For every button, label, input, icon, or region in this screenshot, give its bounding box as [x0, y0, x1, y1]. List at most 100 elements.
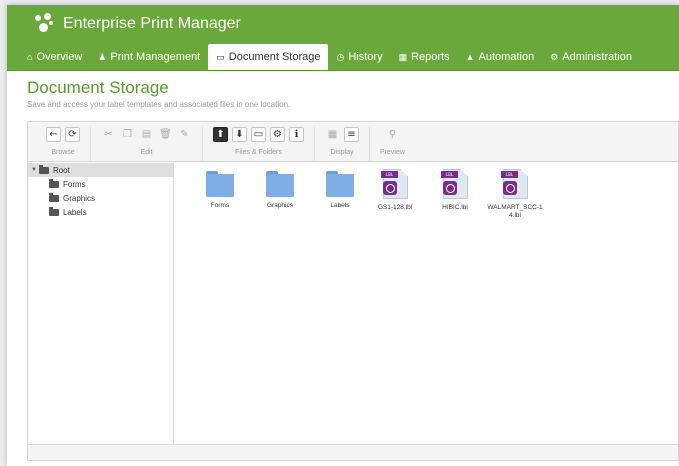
settings-button[interactable]: ⚙ [270, 127, 285, 142]
list-view-button[interactable]: ≡ [344, 127, 359, 142]
tab-automation[interactable]: ▲ Automation [458, 44, 543, 70]
app-window: Enterprise Print Manager ⌂ Overview ♟ Print… [7, 5, 679, 466]
refresh-icon: ⟳ [68, 129, 77, 140]
storage-icon: ▭ [216, 51, 225, 62]
file-grid: Forms Graphics Labels LBL GS1-128.lbl LBL HIBI… [175, 163, 678, 445]
new-folder-icon: ▭ [253, 129, 264, 140]
status-bar [28, 444, 678, 460]
tree-item-label: Graphics [63, 193, 96, 203]
home-icon: ⌂ [27, 52, 33, 62]
file-item[interactable]: Labels [310, 169, 370, 210]
folder-icon [326, 171, 354, 197]
file-name: WALMART_SCC-14.lbl [487, 204, 543, 219]
top-bar: Enterprise Print Manager [7, 5, 679, 43]
reports-icon: ▦ [398, 51, 408, 62]
file-name: GS1-128.lbl [377, 204, 413, 211]
toolbar-buttons: ⚲ [385, 127, 400, 144]
page-header: Document Storage Save and access your la… [7, 71, 679, 117]
tab-print-management[interactable]: ♟ Print Management [90, 44, 208, 70]
file-name: Forms [210, 202, 230, 209]
rename-icon: ✎ [180, 129, 189, 140]
list-view-icon: ≡ [347, 129, 356, 140]
info-button[interactable]: ℹ [289, 127, 304, 142]
grid-view-icon: ▦ [327, 129, 338, 140]
file-type-band: LBL [441, 171, 458, 178]
tab-label: Document Storage [228, 51, 321, 63]
file-item[interactable]: Forms [190, 169, 250, 210]
file-item[interactable]: Graphics [250, 169, 310, 210]
folder-tree: ▼ Root Forms Graphics Labels [28, 163, 174, 445]
download-button[interactable]: ⬇ [232, 127, 247, 142]
cut-button[interactable]: ✂ [101, 127, 116, 142]
label-badge-icon [443, 181, 457, 195]
toolbar-group-label: Files & Folders [235, 149, 282, 156]
tree-root-label: Root [52, 165, 70, 175]
folder-icon [49, 192, 59, 202]
tab-document-storage[interactable]: ▭ Document Storage [208, 44, 329, 70]
tab-administration[interactable]: ⚙ Administration [542, 44, 640, 70]
new-folder-button[interactable]: ▭ [251, 127, 266, 142]
logo-icon [33, 13, 55, 35]
label-file-icon: LBL [501, 169, 529, 199]
toolbar-group-files-folders: ⬆ ⬇ ▭ ⚙ ℹ Files & Folders [203, 127, 315, 161]
tree-root[interactable]: ▼ Root [28, 163, 173, 177]
file-name: Graphics [266, 202, 293, 209]
tab-label: Automation [478, 51, 535, 63]
tree-item-label: Forms [63, 179, 86, 189]
toolbar: ← ⟳ Browse ✂ ❐ ▤ 🗑 ✎ Edit ⬆ ⬇ ▭ ⚙ ℹ Files & Folders ▦ ≡ D… [28, 122, 678, 162]
file-item[interactable]: LBL WALMART_SCC-14.lbl [485, 169, 545, 220]
rename-button[interactable]: ✎ [177, 127, 192, 142]
page-title: Document Storage [27, 78, 169, 97]
toolbar-buttons: ← ⟳ [46, 127, 80, 144]
toolbar-group-label: Preview [380, 149, 405, 156]
tree-item-labels[interactable]: Labels [28, 205, 173, 219]
expand-icon[interactable]: ▼ [31, 167, 37, 173]
search-button[interactable]: ⚲ [385, 127, 400, 142]
folder-icon [49, 206, 59, 216]
automation-icon: ▲ [465, 52, 475, 62]
folder-icon [266, 171, 294, 197]
folder-body [206, 174, 234, 197]
toolbar-buttons: ✂ ❐ ▤ 🗑 ✎ [101, 127, 192, 144]
file-item[interactable]: LBL HIBIC.lbl [425, 169, 485, 212]
settings-icon: ⚙ [273, 129, 282, 140]
label-badge-icon [383, 181, 397, 195]
toolbar-group-browse: ← ⟳ Browse [36, 127, 91, 161]
toolbar-group-label: Display [330, 149, 354, 156]
paste-button[interactable]: ▤ [139, 127, 154, 142]
toolbar-buttons: ⬆ ⬇ ▭ ⚙ ℹ [213, 127, 304, 144]
back-button[interactable]: ← [46, 127, 61, 142]
back-icon: ← [49, 129, 58, 140]
folder-body [266, 174, 294, 197]
copy-icon: ❐ [123, 129, 132, 140]
tree-item-forms[interactable]: Forms [28, 177, 173, 191]
delete-button[interactable]: 🗑 [158, 127, 173, 142]
copy-button[interactable]: ❐ [120, 127, 135, 142]
tab-overview[interactable]: ⌂ Overview [19, 44, 90, 70]
tree-item-label: Labels [63, 207, 87, 217]
file-type-band: LBL [381, 171, 398, 178]
upload-button[interactable]: ⬆ [213, 127, 228, 142]
delete-icon: 🗑 [159, 129, 172, 140]
toolbar-buttons: ▦ ≡ [325, 127, 359, 144]
tab-history[interactable]: ◷ History [328, 44, 390, 70]
folder-icon [38, 164, 49, 174]
tab-label: History [348, 51, 383, 63]
tab-reports[interactable]: ▦ Reports [391, 44, 458, 70]
upload-icon: ⬆ [216, 129, 225, 140]
refresh-button[interactable]: ⟳ [65, 127, 80, 142]
label-file-icon: LBL [381, 169, 409, 199]
folder-icon [206, 171, 234, 197]
toolbar-group-preview: ⚲ Preview [370, 127, 415, 161]
file-name: HIBIC.lbl [442, 204, 468, 211]
administration-icon: ⚙ [550, 51, 559, 62]
grid-view-button[interactable]: ▦ [325, 127, 340, 142]
cut-icon: ✂ [104, 129, 113, 140]
storage-panel: ← ⟳ Browse ✂ ❐ ▤ 🗑 ✎ Edit ⬆ ⬇ ▭ ⚙ ℹ Files & Folders ▦ ≡ D… [27, 121, 679, 461]
label-badge-icon [503, 181, 517, 195]
main-nav: ⌂ Overview ♟ Print Management ▭ Document Stor… [7, 43, 679, 71]
toolbar-group-label: Browse [51, 149, 75, 156]
page-subtitle: Save and access your label templates and… [27, 100, 291, 109]
tree-item-graphics[interactable]: Graphics [28, 191, 173, 205]
file-item[interactable]: LBL GS1-128.lbl [365, 169, 425, 212]
